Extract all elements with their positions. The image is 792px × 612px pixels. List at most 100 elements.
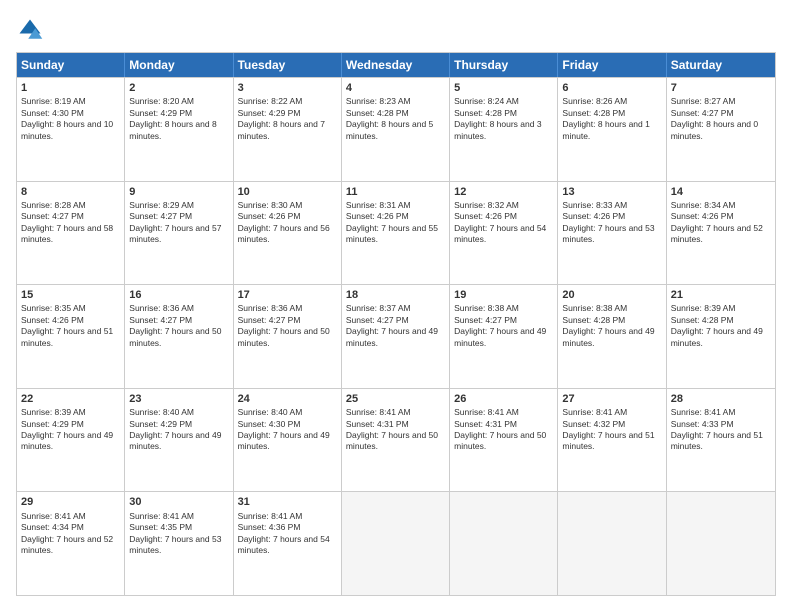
day-number: 1	[21, 81, 120, 95]
calendar-cell: 28Sunrise: 8:41 AMSunset: 4:33 PMDayligh…	[667, 389, 775, 492]
calendar-cell: 29 Sunrise: 8:41 AMSunset: 4:34 PMDayligh…	[17, 492, 125, 595]
day-number: 27	[562, 392, 661, 406]
day-number: 11	[346, 185, 445, 199]
calendar-week-row: 22Sunrise: 8:39 AMSunset: 4:29 PMDayligh…	[17, 388, 775, 492]
day-number: 21	[671, 288, 771, 302]
calendar-cell: 12Sunrise: 8:32 AMSunset: 4:26 PMDayligh…	[450, 182, 558, 285]
day-info: Sunrise: 8:31 AMSunset: 4:26 PMDaylight:…	[346, 200, 445, 246]
calendar-cell: 4Sunrise: 8:23 AMSunset: 4:28 PMDaylight…	[342, 78, 450, 181]
day-info: Sunrise: 8:36 AMSunset: 4:27 PMDaylight:…	[129, 303, 228, 349]
logo	[16, 16, 48, 44]
cal-header-day: Thursday	[450, 53, 558, 77]
day-info: Sunrise: 8:20 AMSunset: 4:29 PMDaylight:…	[129, 96, 228, 142]
day-info: Sunrise: 8:41 AMSunset: 4:32 PMDaylight:…	[562, 407, 661, 453]
day-info: Sunrise: 8:41 AMSunset: 4:33 PMDaylight:…	[671, 407, 771, 453]
calendar-cell: 30 Sunrise: 8:41 AMSunset: 4:35 PMDayligh…	[125, 492, 233, 595]
day-info: Sunrise: 8:22 AMSunset: 4:29 PMDaylight:…	[238, 96, 337, 142]
day-number: 14	[671, 185, 771, 199]
calendar-week-row: 15Sunrise: 8:35 AMSunset: 4:26 PMDayligh…	[17, 284, 775, 388]
day-number: 12	[454, 185, 553, 199]
calendar-week-row: 29 Sunrise: 8:41 AMSunset: 4:34 PMDayligh…	[17, 491, 775, 595]
calendar-cell	[558, 492, 666, 595]
day-number: 28	[671, 392, 771, 406]
day-number: 6	[562, 81, 661, 95]
day-info: Sunrise: 8:40 AMSunset: 4:29 PMDaylight:…	[129, 407, 228, 453]
day-number: 18	[346, 288, 445, 302]
cal-header-day: Wednesday	[342, 53, 450, 77]
day-info: Sunrise: 8:30 AMSunset: 4:26 PMDaylight:…	[238, 200, 337, 246]
day-number: 24	[238, 392, 337, 406]
day-number: 23	[129, 392, 228, 406]
day-number: 15	[21, 288, 120, 302]
calendar-cell: 16Sunrise: 8:36 AMSunset: 4:27 PMDayligh…	[125, 285, 233, 388]
calendar-week-row: 1Sunrise: 8:19 AMSunset: 4:30 PMDaylight…	[17, 77, 775, 181]
calendar-cell	[342, 492, 450, 595]
calendar-cell: 13Sunrise: 8:33 AMSunset: 4:26 PMDayligh…	[558, 182, 666, 285]
day-number: 22	[21, 392, 120, 406]
day-number: 4	[346, 81, 445, 95]
day-info: Sunrise: 8:35 AMSunset: 4:26 PMDaylight:…	[21, 303, 120, 349]
day-info: Sunrise: 8:40 AMSunset: 4:30 PMDaylight:…	[238, 407, 337, 453]
day-number: 30	[129, 495, 228, 509]
cal-header-day: Sunday	[17, 53, 125, 77]
day-info: Sunrise: 8:26 AMSunset: 4:28 PMDaylight:…	[562, 96, 661, 142]
calendar-cell: 23Sunrise: 8:40 AMSunset: 4:29 PMDayligh…	[125, 389, 233, 492]
day-info: Sunrise: 8:33 AMSunset: 4:26 PMDaylight:…	[562, 200, 661, 246]
calendar-cell: 2Sunrise: 8:20 AMSunset: 4:29 PMDaylight…	[125, 78, 233, 181]
day-number: 2	[129, 81, 228, 95]
calendar-cell: 5Sunrise: 8:24 AMSunset: 4:28 PMDaylight…	[450, 78, 558, 181]
calendar-cell: 22Sunrise: 8:39 AMSunset: 4:29 PMDayligh…	[17, 389, 125, 492]
day-info: Sunrise: 8:24 AMSunset: 4:28 PMDaylight:…	[454, 96, 553, 142]
calendar-cell: 24Sunrise: 8:40 AMSunset: 4:30 PMDayligh…	[234, 389, 342, 492]
calendar-cell: 25Sunrise: 8:41 AMSunset: 4:31 PMDayligh…	[342, 389, 450, 492]
day-info: Sunrise: 8:37 AMSunset: 4:27 PMDaylight:…	[346, 303, 445, 349]
calendar-cell: 26Sunrise: 8:41 AMSunset: 4:31 PMDayligh…	[450, 389, 558, 492]
day-number: 5	[454, 81, 553, 95]
day-info: Sunrise: 8:38 AMSunset: 4:27 PMDaylight:…	[454, 303, 553, 349]
calendar-cell: 15Sunrise: 8:35 AMSunset: 4:26 PMDayligh…	[17, 285, 125, 388]
day-number: 8	[21, 185, 120, 199]
day-number: 3	[238, 81, 337, 95]
calendar-cell: 14Sunrise: 8:34 AMSunset: 4:26 PMDayligh…	[667, 182, 775, 285]
day-number: 29	[21, 495, 120, 509]
day-info: Sunrise: 8:19 AMSunset: 4:30 PMDaylight:…	[21, 96, 120, 142]
calendar-cell: 31Sunrise: 8:41 AMSunset: 4:36 PMDayligh…	[234, 492, 342, 595]
day-info: Sunrise: 8:41 AMSunset: 4:36 PMDaylight:…	[238, 511, 337, 557]
day-info: Sunrise: 8:41 AMSunset: 4:31 PMDaylight:…	[454, 407, 553, 453]
calendar-cell	[450, 492, 558, 595]
day-number: 26	[454, 392, 553, 406]
calendar-cell: 1Sunrise: 8:19 AMSunset: 4:30 PMDaylight…	[17, 78, 125, 181]
calendar-cell: 9Sunrise: 8:29 AMSunset: 4:27 PMDaylight…	[125, 182, 233, 285]
calendar-cell: 19Sunrise: 8:38 AMSunset: 4:27 PMDayligh…	[450, 285, 558, 388]
header	[16, 16, 776, 44]
calendar-cell: 11Sunrise: 8:31 AMSunset: 4:26 PMDayligh…	[342, 182, 450, 285]
logo-icon	[16, 16, 44, 44]
calendar-cell: 3Sunrise: 8:22 AMSunset: 4:29 PMDaylight…	[234, 78, 342, 181]
day-info: Sunrise: 8:29 AMSunset: 4:27 PMDaylight:…	[129, 200, 228, 246]
day-info: Sunrise: 8:23 AMSunset: 4:28 PMDaylight:…	[346, 96, 445, 142]
day-number: 25	[346, 392, 445, 406]
day-number: 16	[129, 288, 228, 302]
day-info: Sunrise: 8:32 AMSunset: 4:26 PMDaylight:…	[454, 200, 553, 246]
calendar-cell: 6Sunrise: 8:26 AMSunset: 4:28 PMDaylight…	[558, 78, 666, 181]
calendar-cell	[667, 492, 775, 595]
day-info: Sunrise: 8:34 AMSunset: 4:26 PMDaylight:…	[671, 200, 771, 246]
calendar-header: SundayMondayTuesdayWednesdayThursdayFrid…	[17, 53, 775, 77]
calendar-body: 1Sunrise: 8:19 AMSunset: 4:30 PMDaylight…	[17, 77, 775, 595]
day-info: Sunrise: 8:27 AMSunset: 4:27 PMDaylight:…	[671, 96, 771, 142]
calendar-cell: 17Sunrise: 8:36 AMSunset: 4:27 PMDayligh…	[234, 285, 342, 388]
day-info: Sunrise: 8:41 AMSunset: 4:34 PMDaylight:…	[21, 511, 120, 557]
day-info: Sunrise: 8:39 AMSunset: 4:28 PMDaylight:…	[671, 303, 771, 349]
calendar-cell: 20Sunrise: 8:38 AMSunset: 4:28 PMDayligh…	[558, 285, 666, 388]
calendar-week-row: 8Sunrise: 8:28 AMSunset: 4:27 PMDaylight…	[17, 181, 775, 285]
day-info: Sunrise: 8:41 AMSunset: 4:35 PMDaylight:…	[129, 511, 228, 557]
cal-header-day: Saturday	[667, 53, 775, 77]
calendar-cell: 18Sunrise: 8:37 AMSunset: 4:27 PMDayligh…	[342, 285, 450, 388]
cal-header-day: Monday	[125, 53, 233, 77]
day-number: 9	[129, 185, 228, 199]
day-info: Sunrise: 8:39 AMSunset: 4:29 PMDaylight:…	[21, 407, 120, 453]
calendar-cell: 27Sunrise: 8:41 AMSunset: 4:32 PMDayligh…	[558, 389, 666, 492]
calendar: SundayMondayTuesdayWednesdayThursdayFrid…	[16, 52, 776, 596]
day-info: Sunrise: 8:41 AMSunset: 4:31 PMDaylight:…	[346, 407, 445, 453]
day-number: 7	[671, 81, 771, 95]
